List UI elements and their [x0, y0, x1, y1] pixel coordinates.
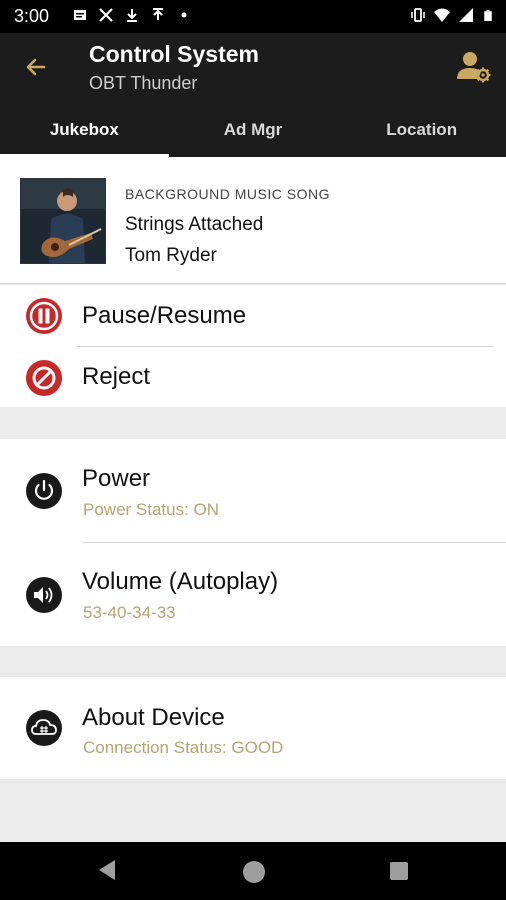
album-art — [20, 178, 106, 264]
about-device-title: About Device — [82, 704, 225, 731]
tab-bar: Jukebox Ad Mgr Location — [0, 111, 506, 157]
signal-icon — [459, 8, 473, 22]
dot-icon — [181, 12, 187, 18]
status-bar: 3:00 — [0, 0, 506, 33]
vibrate-icon — [411, 8, 425, 22]
tab-ad-mgr[interactable]: Ad Mgr — [169, 111, 338, 157]
status-time: 3:00 — [14, 6, 50, 26]
wifi-icon — [434, 8, 450, 22]
upload-icon — [153, 8, 163, 20]
reject-button[interactable]: Reject — [0, 347, 506, 407]
song-title: Strings Attached — [125, 214, 264, 235]
tab-location[interactable]: Location — [337, 111, 506, 157]
tools-icon — [99, 8, 113, 22]
nav-recents-icon[interactable] — [390, 862, 408, 880]
device-card: About Device Connection Status: GOOD — [0, 677, 506, 779]
page-title: Control System — [89, 41, 259, 67]
pause-icon — [26, 298, 62, 334]
power-icon — [26, 473, 62, 509]
volume-icon — [26, 577, 62, 613]
app-bar: Control System OBT Thunder Jukebox Ad Mg… — [0, 33, 506, 157]
user-settings-icon[interactable] — [454, 47, 492, 85]
message-icon — [74, 10, 86, 20]
download-icon — [127, 9, 137, 22]
back-arrow-icon[interactable] — [18, 49, 54, 85]
power-title: Power — [82, 465, 151, 492]
about-device-item[interactable]: About Device Connection Status: GOOD — [0, 677, 506, 779]
controls-card: Power Power Status: ON Volume (Autoplay)… — [0, 439, 506, 646]
connection-status: Connection Status: GOOD — [83, 738, 284, 757]
power-status: Power Status: ON — [83, 500, 220, 519]
tab-jukebox[interactable]: Jukebox — [0, 111, 169, 157]
pause-resume-button[interactable]: Pause/Resume — [0, 285, 506, 346]
nav-back-icon[interactable] — [98, 859, 116, 881]
pause-resume-label: Pause/Resume — [82, 302, 247, 329]
volume-item[interactable]: Volume (Autoplay) 53-40-34-33 — [0, 543, 506, 646]
block-icon — [26, 360, 62, 396]
power-item[interactable]: Power Power Status: ON — [0, 439, 506, 542]
nav-home-icon[interactable] — [243, 861, 265, 883]
volume-title: Volume (Autoplay) — [82, 568, 279, 595]
battery-icon — [484, 9, 492, 21]
reject-label: Reject — [82, 363, 151, 390]
page-subtitle: OBT Thunder — [89, 73, 198, 93]
actions-card: Pause/Resume Reject — [0, 285, 506, 407]
volume-value: 53-40-34-33 — [83, 603, 176, 622]
now-playing-card: BACKGROUND MUSIC SONG Strings Attached T… — [0, 157, 506, 284]
cloud-connection-icon — [26, 710, 62, 746]
system-nav-bar — [0, 842, 506, 900]
song-artist: Tom Ryder — [125, 245, 217, 266]
now-playing-label: BACKGROUND MUSIC SONG — [125, 186, 330, 202]
